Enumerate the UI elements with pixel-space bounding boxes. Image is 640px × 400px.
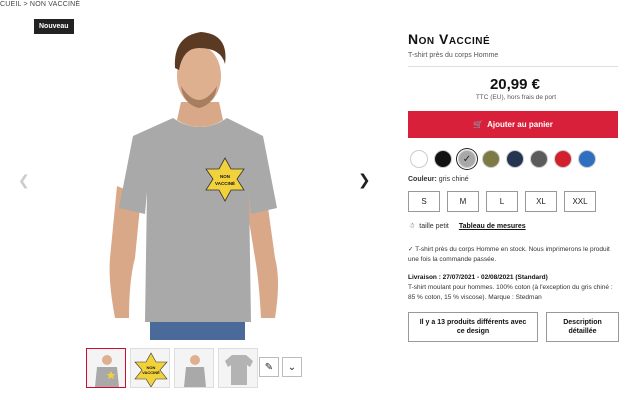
pencil-icon: ✎ — [264, 361, 274, 373]
color-swatch[interactable]: ✓ — [458, 150, 476, 168]
fit-label: taille petit — [419, 222, 449, 230]
thumbnail-design[interactable]: NON VACCINÉ — [130, 348, 170, 388]
divider — [408, 66, 618, 67]
size-option[interactable]: XL — [525, 191, 557, 212]
thumbnail-shirt-back[interactable] — [218, 348, 258, 388]
size-option[interactable]: XXL — [564, 191, 596, 212]
thumbnail-strip: NON VACCINÉ — [86, 348, 258, 388]
thumbnail-model-side[interactable] — [174, 348, 214, 388]
color-swatches: ✓ — [410, 150, 596, 168]
delivery-info: Livraison : 27/07/2021 - 02/08/2021 (Sta… — [408, 273, 620, 303]
color-swatch[interactable] — [530, 150, 548, 168]
svg-text:VACCINÉ: VACCINÉ — [142, 370, 160, 375]
more-views-button[interactable]: ⌄ — [282, 357, 302, 377]
size-option[interactable]: L — [486, 191, 518, 212]
selected-color: gris chiné — [438, 176, 469, 183]
stock-info: ✓ T-shirt près du corps Homme en stock. … — [408, 245, 620, 265]
color-swatch[interactable] — [578, 150, 596, 168]
thumbnail-model-front[interactable] — [86, 348, 126, 388]
chevron-left-icon[interactable]: ❮ — [18, 172, 30, 189]
color-swatch[interactable] — [554, 150, 572, 168]
check-icon: ✓ — [408, 246, 414, 253]
svg-text:NON: NON — [220, 174, 230, 179]
color-swatch[interactable] — [410, 150, 428, 168]
chevron-right-icon[interactable]: ❯ — [358, 171, 371, 189]
color-swatch[interactable] — [434, 150, 452, 168]
edit-design-button[interactable]: ✎ — [259, 357, 279, 377]
svg-text:VACCINÉ: VACCINÉ — [215, 179, 235, 186]
stock-text: T-shirt près du corps Homme en stock. No… — [408, 246, 610, 263]
delivery-description: T-shirt moulant pour hommes. 100% coton … — [408, 284, 613, 301]
product-price: 20,99 € — [489, 76, 540, 93]
product-title: Non Vacciné — [408, 31, 491, 47]
color-swatch[interactable] — [506, 150, 524, 168]
add-to-cart-button[interactable]: 🛒 Ajouter au panier — [408, 111, 618, 138]
check-icon: ✓ — [462, 153, 472, 165]
delivery-label: Livraison : 27/07/2021 - 02/08/2021 (Sta… — [408, 274, 548, 281]
cart-icon: 🛒 — [473, 120, 484, 129]
variants-button[interactable]: Il y a 13 produits différents avec ce de… — [408, 312, 538, 342]
color-swatch[interactable] — [482, 150, 500, 168]
size-chart-link[interactable]: Tableau de mesures — [459, 223, 526, 230]
price-note: TTC (EU), hors frais de port — [475, 94, 556, 101]
size-option[interactable]: M — [447, 191, 479, 212]
size-options: S M L XL XXL — [408, 191, 596, 212]
size-info: ☃ taille petit Tableau de mesures — [409, 222, 526, 231]
product-photo: NON VACCINÉ — [109, 32, 278, 340]
chevron-down-icon: ⌄ — [287, 361, 297, 373]
color-label-prefix: Couleur: — [408, 176, 437, 183]
product-subtitle: T-shirt près du corps Homme — [408, 52, 499, 59]
new-badge: Nouveau — [34, 19, 74, 34]
color-label: Couleur: gris chiné — [408, 176, 469, 183]
add-to-cart-label: Ajouter au panier — [487, 120, 553, 129]
details-button[interactable]: Description détaillée — [546, 312, 619, 342]
breadcrumb[interactable]: CUEIL > NON VACCINÉ — [0, 1, 80, 8]
size-option[interactable]: S — [408, 191, 440, 212]
hanger-icon: ☃ — [409, 223, 416, 230]
